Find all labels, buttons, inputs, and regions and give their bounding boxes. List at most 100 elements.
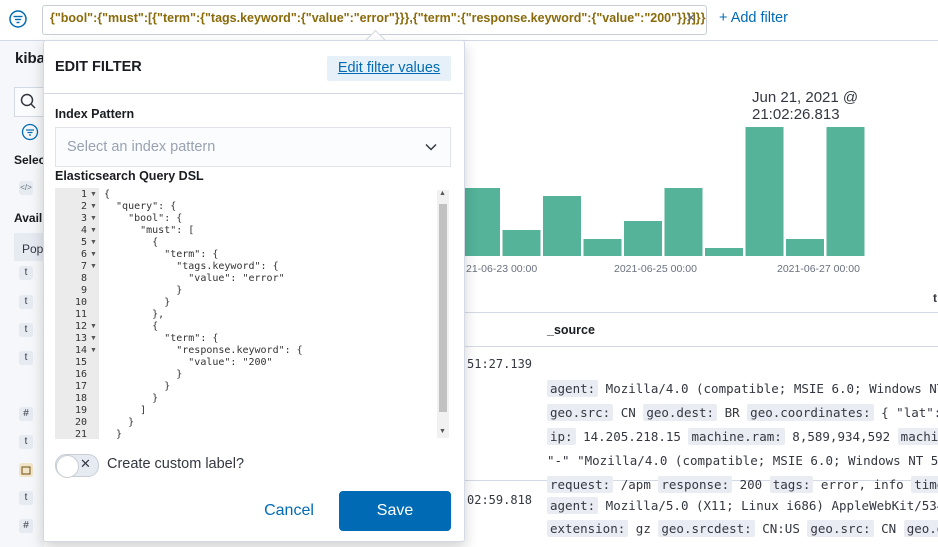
filter-icon[interactable] [21,123,39,141]
histogram-bar[interactable] [624,221,662,256]
histogram-bar[interactable] [462,188,500,256]
field-value: Mozilla/4.0 (compatible; MSIE 6.0; Windo… [598,381,938,396]
code-line[interactable]: "term": { [104,249,218,260]
line-number: 7 [80,261,87,272]
field-value: gz [628,521,659,536]
string-field-icon: t [19,351,33,365]
field-value: BR [717,405,748,420]
code-line[interactable]: "value": "error" [104,273,284,284]
x-tick-label: 2021-06-27 00:00 [777,263,860,275]
histogram-bar[interactable] [583,239,622,256]
fold-arrow-icon[interactable]: ▼ [90,215,97,222]
chevron-down-icon[interactable] [424,140,438,154]
line-number: 14 [74,345,87,356]
code-line[interactable]: "tags.keyword": { [104,261,278,272]
toggle-knob[interactable] [56,455,79,478]
field-value: 200 [732,477,770,492]
fold-arrow-icon[interactable]: ▼ [90,203,97,210]
available-fields-heading: Avail [14,211,43,225]
popular-heading: Pop [22,242,44,256]
code-line[interactable]: } [104,381,170,392]
field-value: /apm [613,477,659,492]
code-line[interactable]: } [104,393,158,404]
line-number: 13 [74,333,87,344]
histogram-bar[interactable] [826,127,865,256]
string-field-icon: t [19,266,33,280]
index-pattern-placeholder[interactable]: Select an index pattern [67,139,215,155]
x-tick-label: 21-06-23 00:00 [466,263,538,275]
fold-arrow-icon[interactable]: ▼ [90,263,97,270]
histogram-bar[interactable] [786,239,824,256]
cancel-button-label[interactable]: Cancel [248,493,330,529]
line-number: 3 [80,213,87,224]
line-number: 20 [74,417,87,428]
code-line[interactable]: "response.keyword": { [104,345,302,356]
custom-label-text: Create custom label? [107,456,245,472]
code-line[interactable]: } [104,285,182,296]
histogram-bar[interactable] [502,230,541,256]
fold-arrow-icon[interactable]: ▼ [90,239,97,246]
histogram-bar[interactable] [705,248,743,256]
sidebar-title: kiba [15,50,46,67]
source-line: request: /apm response: 200 tags: error,… [547,476,938,493]
save-button-label[interactable]: Save [339,491,451,531]
code-line[interactable]: "value": "200" [104,357,272,368]
column-header-time[interactable]: t [933,291,937,305]
fold-arrow-icon[interactable]: ▼ [90,251,97,258]
fold-arrow-icon[interactable]: ▼ [90,323,97,330]
code-line[interactable]: { [104,189,110,200]
cancel-button[interactable]: Cancel [248,493,330,529]
code-line[interactable]: } [104,417,134,428]
line-number: 16 [74,369,87,380]
field-key: request: [547,476,614,493]
save-button[interactable]: Save [339,491,451,531]
filter-menu-icon[interactable] [8,9,28,29]
line-number: 19 [74,405,87,416]
time-range-label: Jun 21, 2021 @ 21:02:26.813 [752,89,859,123]
histogram-bar[interactable] [664,188,703,256]
fold-arrow-icon[interactable]: ▼ [90,191,97,198]
editor-scrollbar-thumb[interactable] [439,204,447,412]
row-time: 51:27.139 [467,357,533,371]
field-key: machine.ram: [688,428,785,445]
field-key: timesta [911,476,938,493]
fold-arrow-icon[interactable]: ▼ [90,335,97,342]
code-line[interactable]: "term": { [104,333,218,344]
histogram-bar[interactable] [745,127,784,256]
code-line[interactable]: ] [104,405,146,416]
line-number: 2 [80,201,87,212]
code-line[interactable]: } [104,429,122,440]
remove-filter-icon[interactable]: × [686,8,696,28]
fold-arrow-icon[interactable]: ▼ [90,347,97,354]
field-value: CN:US [754,521,808,536]
code-line[interactable]: "bool": { [104,213,182,224]
histogram-bar[interactable] [543,196,581,256]
column-header-source[interactable]: _source [547,323,595,337]
scroll-up-arrow-icon[interactable]: ▲ [439,190,446,197]
code-line[interactable]: { [104,237,158,248]
code-line[interactable]: } [104,297,170,308]
scroll-down-arrow-icon[interactable]: ▼ [439,428,446,435]
fold-arrow-icon[interactable]: ▼ [90,227,97,234]
filter-pill-label[interactable]: {"bool":{"must":[{"term":{"tags.keyword"… [50,11,706,25]
search-icon[interactable] [14,87,44,117]
line-number: 4 [80,225,87,236]
source-line: agent: Mozilla/4.0 (compatible; MSIE 6.0… [547,380,938,397]
line-number: 8 [80,273,87,284]
code-line[interactable]: } [104,369,182,380]
field-key: agent: [547,497,599,514]
edit-filter-values-button[interactable]: Edit filter values [327,56,451,81]
line-number: 15 [74,357,87,368]
code-line[interactable]: "query": { [104,201,176,212]
code-line[interactable]: "must": [ [104,225,194,236]
add-filter-button[interactable]: + Add filter [719,10,788,26]
popover-title: EDIT FILTER [55,59,142,75]
field-key: geo.dest: [643,404,718,421]
field-key: tags: [769,476,814,493]
edit-filter-values-label[interactable]: Edit filter values [327,56,451,81]
line-number: 5 [80,237,87,248]
code-line[interactable]: { [104,321,158,332]
number-field-icon: # [19,519,33,533]
string-field-icon: t [19,435,33,449]
code-line[interactable]: }, [104,309,164,320]
